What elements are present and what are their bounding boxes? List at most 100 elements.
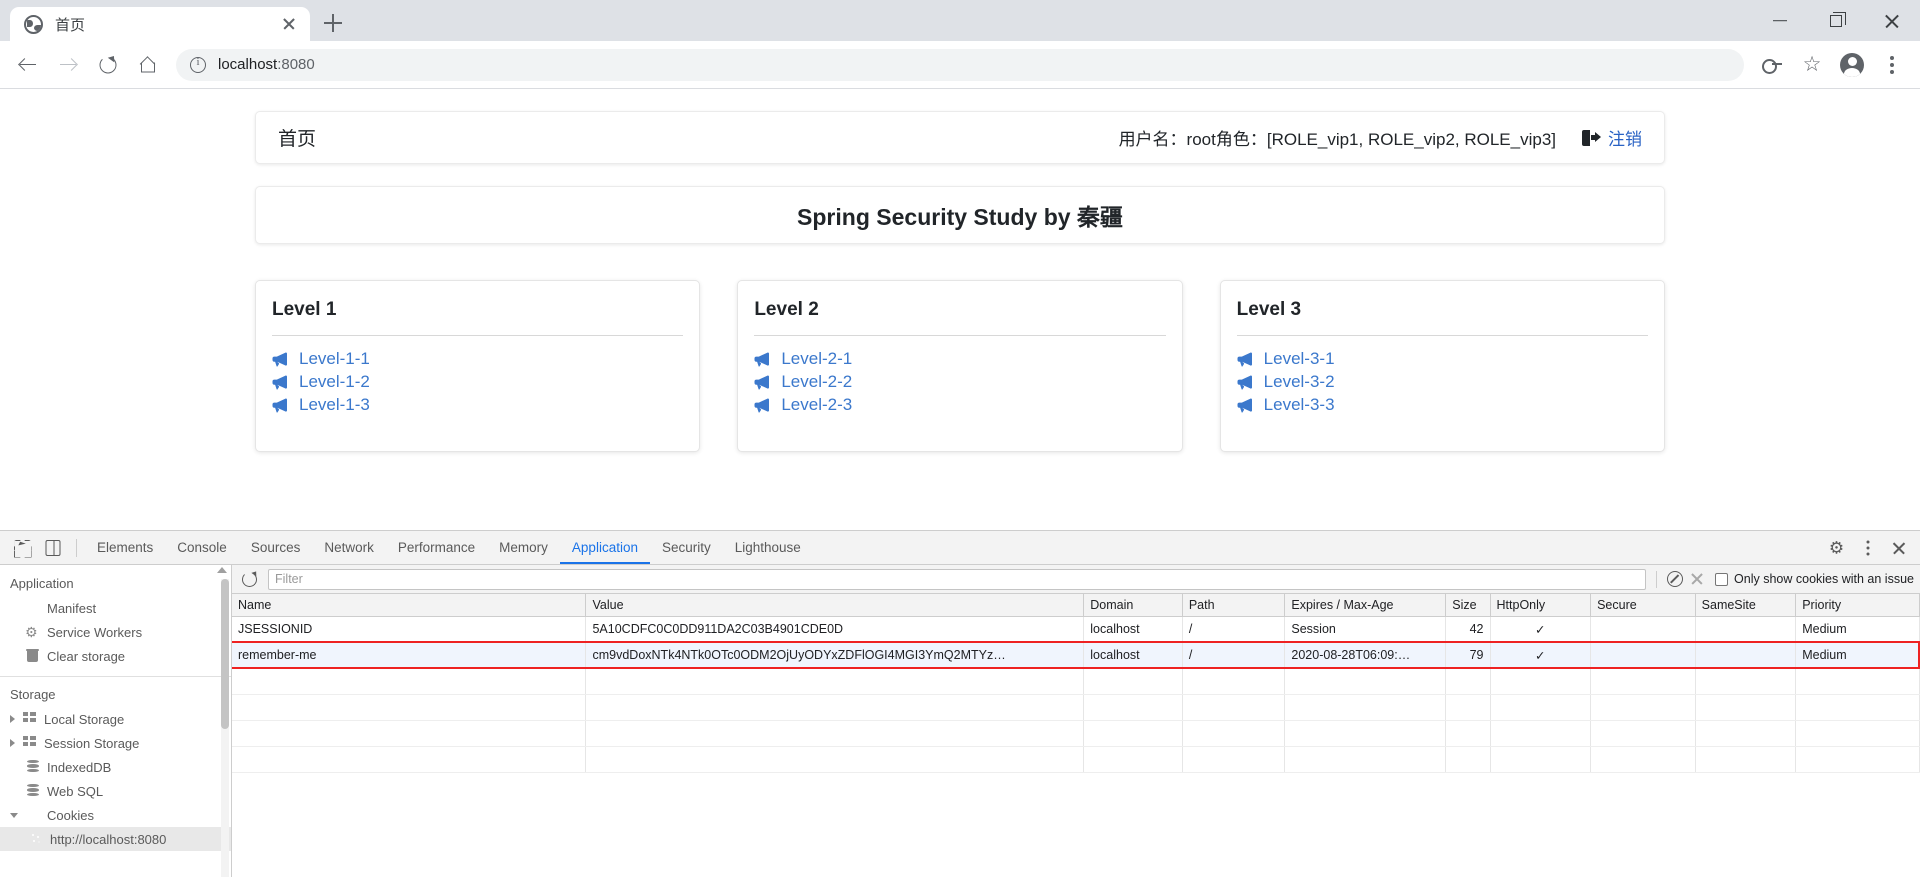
cell-value: cm9vdDoxNTk4NTk0OTc0ODM2OjUyODYxZDFlOGI4…	[585, 642, 1085, 669]
table-row[interactable]: JSESSIONID 5A10CDFC0C0DD911DA2C03B4901CD…	[232, 616, 1920, 643]
back-button[interactable]	[8, 45, 48, 85]
table-row[interactable]: remember-me cm9vdDoxNTk4NTk0OTc0ODM2OjUy…	[232, 642, 1920, 669]
sidebar-item-indexeddb[interactable]: IndexedDB	[0, 755, 231, 779]
sidebar-item-local-storage[interactable]: Local Storage	[0, 707, 231, 731]
close-devtools-icon[interactable]	[1883, 532, 1914, 563]
chevron-down-icon[interactable]	[10, 812, 18, 818]
column-header-size[interactable]: Size	[1445, 594, 1491, 617]
new-tab-button[interactable]	[316, 6, 350, 40]
sidebar-item-label: Service Workers	[47, 624, 143, 640]
card-link[interactable]: Level-2-2	[754, 372, 1165, 392]
empty-cell	[232, 720, 587, 747]
gear-icon[interactable]: ⚙	[1821, 532, 1852, 563]
scroll-up-icon[interactable]	[217, 567, 227, 573]
empty-cell	[1083, 720, 1183, 747]
tab-security[interactable]: Security	[650, 531, 723, 564]
cookies-table-container[interactable]: Name Value Domain Path Expires / Max-Age…	[232, 594, 1920, 877]
column-header-samesite[interactable]: SameSite	[1695, 594, 1797, 617]
close-window-button[interactable]	[1864, 0, 1920, 41]
cell-path: /	[1182, 616, 1286, 643]
sidebar-scrollbar-thumb[interactable]	[221, 579, 229, 729]
column-header-path[interactable]: Path	[1182, 594, 1286, 617]
inspect-element-icon[interactable]	[6, 532, 37, 563]
card-link[interactable]: Level-1-1	[272, 349, 683, 369]
kebab-menu-icon[interactable]	[1872, 45, 1912, 85]
card-link-label: Level-3-2	[1263, 372, 1335, 391]
sidebar-item-cookie-origin[interactable]: http://localhost:8080	[0, 827, 231, 851]
address-bar[interactable]: localhost:8080	[176, 48, 1744, 81]
column-header-expires[interactable]: Expires / Max-Age	[1284, 594, 1447, 617]
cell-size: 42	[1445, 616, 1491, 643]
cell-priority: Medium	[1795, 616, 1920, 643]
card-link[interactable]: Level-3-3	[1237, 395, 1648, 415]
sidebar-item-cookies[interactable]: Cookies	[0, 803, 231, 827]
empty-cell	[1284, 694, 1447, 721]
chevron-right-icon[interactable]	[10, 715, 15, 723]
bullhorn-icon	[754, 352, 772, 367]
checkbox-box[interactable]	[1715, 572, 1729, 586]
empty-cell	[1695, 746, 1797, 773]
card-level-3: Level 3 Level-3-1 Level-3-2 Level-3-3	[1219, 280, 1665, 452]
column-header-name[interactable]: Name	[232, 594, 587, 617]
reload-button[interactable]	[88, 45, 128, 85]
clear-all-cookies-icon[interactable]	[1667, 571, 1684, 587]
home-button[interactable]	[128, 45, 168, 85]
forward-button[interactable]	[48, 45, 88, 85]
more-options-icon[interactable]	[1852, 532, 1883, 563]
star-icon[interactable]: ☆	[1792, 45, 1832, 85]
card-link[interactable]: Level-3-2	[1237, 372, 1648, 392]
tab-lighthouse[interactable]: Lighthouse	[723, 531, 813, 564]
refresh-icon[interactable]	[242, 571, 257, 587]
sidebar-item-web-sql[interactable]: Web SQL	[0, 779, 231, 803]
browser-window: 首页 localhost:8080 ☆ 首页	[0, 0, 1920, 877]
empty-cell	[1445, 746, 1491, 773]
column-header-priority[interactable]: Priority	[1795, 594, 1920, 617]
logout-link[interactable]: 注销	[1582, 125, 1642, 150]
navbar-right: 用户名：root角色：[ROLE_vip1, ROLE_vip2, ROLE_v…	[1119, 125, 1642, 150]
tab-console[interactable]: Console	[165, 531, 239, 564]
avatar-icon[interactable]	[1832, 45, 1872, 85]
cookies-panel: Only show cookies with an issue Name	[232, 565, 1920, 877]
tab-elements[interactable]: Elements	[85, 531, 165, 564]
cell-path: /	[1182, 642, 1286, 669]
empty-cell	[585, 746, 1085, 773]
empty-cell	[232, 746, 587, 773]
delete-selected-cookie-icon[interactable]	[1689, 571, 1705, 587]
cell-value: 5A10CDFC0C0DD911DA2C03B4901CDE0D	[585, 616, 1085, 643]
column-header-value[interactable]: Value	[585, 594, 1085, 617]
sidebar-item-session-storage[interactable]: Session Storage	[0, 731, 231, 755]
site-info-icon[interactable]	[190, 56, 206, 73]
sidebar-item-clear-storage[interactable]: Clear storage	[0, 644, 231, 668]
browser-tab[interactable]: 首页	[10, 7, 310, 41]
card-link[interactable]: Level-1-2	[272, 372, 683, 392]
page-viewport: 首页 用户名：root角色：[ROLE_vip1, ROLE_vip2, ROL…	[0, 89, 1920, 530]
tab-sources[interactable]: Sources	[239, 531, 313, 564]
sidebar-item-manifest[interactable]: Manifest	[0, 596, 231, 620]
tab-performance[interactable]: Performance	[386, 531, 487, 564]
chevron-right-icon[interactable]	[10, 739, 15, 747]
bullhorn-icon	[272, 352, 290, 367]
column-header-domain[interactable]: Domain	[1083, 594, 1183, 617]
issue-filter-checkbox[interactable]: Only show cookies with an issue	[1715, 572, 1914, 586]
navbar-brand[interactable]: 首页	[278, 124, 316, 151]
empty-cell	[1182, 720, 1286, 747]
device-toolbar-icon[interactable]	[37, 532, 68, 563]
tab-application[interactable]: Application	[560, 531, 650, 564]
tab-network[interactable]: Network	[312, 531, 386, 564]
column-header-httponly[interactable]: HttpOnly	[1490, 594, 1592, 617]
minimize-button[interactable]	[1752, 0, 1808, 41]
key-icon[interactable]	[1752, 45, 1792, 85]
card-link-list: Level-1-1 Level-1-2 Level-1-3	[272, 349, 683, 415]
sidebar-item-service-workers[interactable]: ⚙ Service Workers	[0, 620, 231, 644]
card-link[interactable]: Level-2-1	[754, 349, 1165, 369]
column-header-secure[interactable]: Secure	[1590, 594, 1696, 617]
cell-expires: 2020-08-28T06:09:…	[1284, 642, 1447, 669]
filter-input[interactable]	[268, 568, 1647, 590]
close-tab-icon[interactable]	[278, 13, 300, 35]
tab-memory[interactable]: Memory	[487, 531, 560, 564]
empty-cell	[1590, 746, 1696, 773]
maximize-button[interactable]	[1808, 0, 1864, 41]
card-link[interactable]: Level-2-3	[754, 395, 1165, 415]
card-link[interactable]: Level-3-1	[1237, 349, 1648, 369]
card-link[interactable]: Level-1-3	[272, 395, 683, 415]
